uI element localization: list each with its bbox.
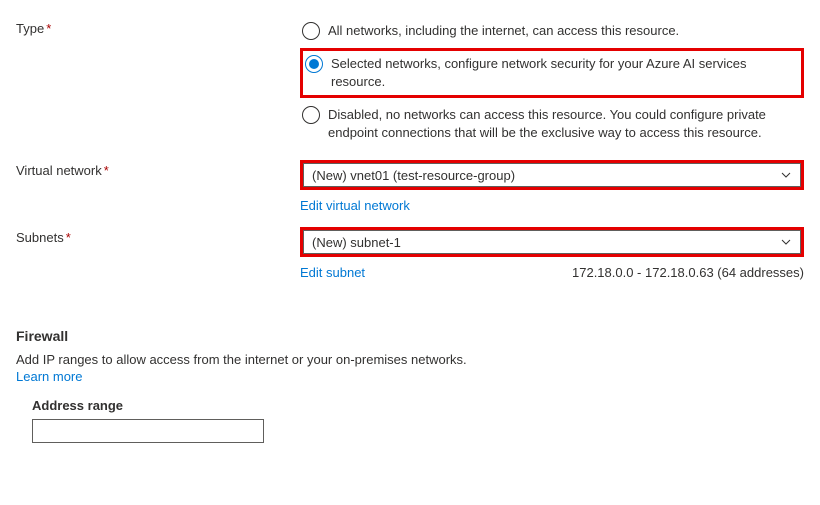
radio-selected-networks[interactable]: Selected networks, configure network sec… xyxy=(300,48,804,98)
subnet-range-text: 172.18.0.0 - 172.18.0.63 (64 addresses) xyxy=(572,265,804,280)
subnets-dropdown[interactable]: (New) subnet-1 xyxy=(303,230,801,254)
type-label: Type* xyxy=(16,18,300,36)
radio-icon xyxy=(302,106,320,124)
radio-icon xyxy=(302,22,320,40)
radio-selected-networks-label: Selected networks, configure network sec… xyxy=(331,55,795,91)
radio-disabled[interactable]: Disabled, no networks can access this re… xyxy=(300,102,804,146)
vnet-label: Virtual network* xyxy=(16,160,300,178)
chevron-down-icon xyxy=(780,236,792,248)
edit-subnet-link[interactable]: Edit subnet xyxy=(300,265,365,280)
address-range-input[interactable] xyxy=(32,419,264,443)
vnet-value: (New) vnet01 (test-resource-group) xyxy=(312,168,515,183)
firewall-description: Add IP ranges to allow access from the i… xyxy=(16,352,804,367)
chevron-down-icon xyxy=(780,169,792,181)
subnets-label: Subnets* xyxy=(16,227,300,245)
radio-disabled-label: Disabled, no networks can access this re… xyxy=(328,106,798,142)
radio-all-networks[interactable]: All networks, including the internet, ca… xyxy=(300,18,804,44)
vnet-dropdown[interactable]: (New) vnet01 (test-resource-group) xyxy=(303,163,801,187)
radio-icon xyxy=(305,55,323,73)
learn-more-link[interactable]: Learn more xyxy=(16,369,804,384)
edit-vnet-link[interactable]: Edit virtual network xyxy=(300,198,410,213)
address-range-label: Address range xyxy=(32,398,804,413)
firewall-header: Firewall xyxy=(16,328,804,344)
radio-all-networks-label: All networks, including the internet, ca… xyxy=(328,22,679,40)
subnets-value: (New) subnet-1 xyxy=(312,235,401,250)
